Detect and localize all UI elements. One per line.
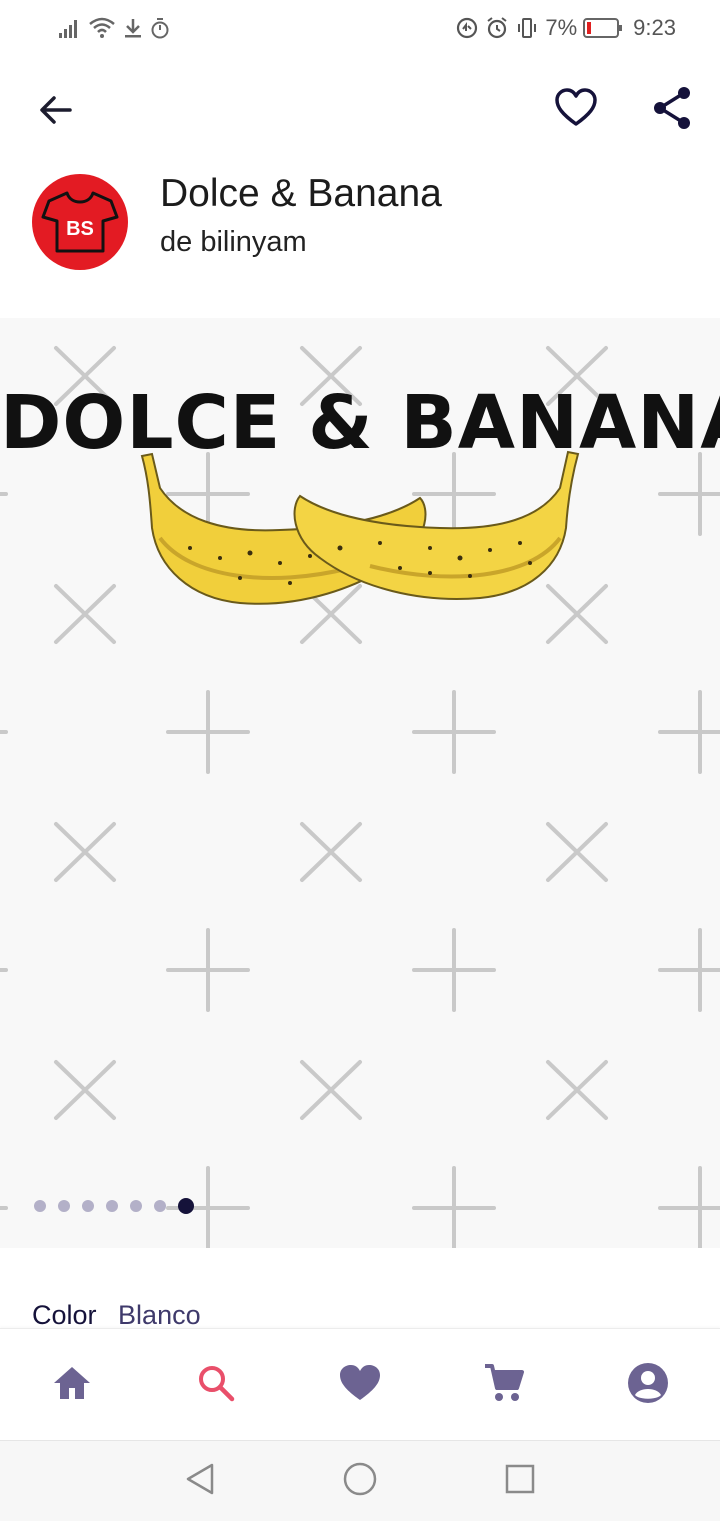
gallery-dot[interactable] — [154, 1200, 166, 1212]
product-title: Dolce & Banana — [160, 172, 442, 215]
nav-home[interactable] — [46, 1359, 98, 1411]
nav-cart[interactable] — [478, 1359, 530, 1411]
favorite-button[interactable] — [550, 84, 602, 136]
share-button[interactable] — [646, 84, 698, 136]
gallery-dot[interactable] — [58, 1200, 70, 1212]
product-header: BS Dolce & Banana de bilinyam — [0, 168, 720, 288]
cart-icon — [483, 1362, 525, 1409]
alarm-icon — [485, 16, 509, 40]
triangle-back-icon — [184, 1462, 216, 1501]
battery-icon — [583, 17, 623, 39]
heart-outline-icon — [554, 87, 598, 133]
bottom-navigation — [0, 1328, 720, 1441]
gallery-dot-active[interactable] — [178, 1198, 194, 1214]
system-back-button[interactable] — [180, 1461, 220, 1501]
square-recents-icon — [504, 1463, 536, 1500]
download-icon — [122, 17, 144, 39]
system-navigation-bar — [0, 1440, 720, 1521]
home-icon — [52, 1365, 92, 1406]
gallery-dot[interactable] — [82, 1200, 94, 1212]
battery-percent: 7% — [545, 15, 578, 40]
top-app-bar — [0, 56, 720, 164]
system-home-button[interactable] — [340, 1461, 380, 1501]
gallery-dot[interactable] — [106, 1200, 118, 1212]
gallery-dot[interactable] — [130, 1200, 142, 1212]
back-arrow-icon — [38, 92, 74, 133]
product-image-gallery[interactable]: DOLCE & BANANA — [0, 318, 720, 1248]
wifi-icon — [88, 17, 116, 39]
product-author[interactable]: de bilinyam — [160, 226, 307, 259]
search-icon — [196, 1363, 236, 1408]
back-button[interactable] — [30, 86, 82, 138]
status-bar: 7% 9:23 — [0, 0, 720, 56]
account-icon — [627, 1362, 669, 1409]
gallery-pagination — [34, 1198, 194, 1214]
timer-icon — [150, 17, 170, 39]
tshirt-logo-icon: BS — [41, 191, 119, 253]
circle-home-icon — [342, 1461, 378, 1502]
nav-account[interactable] — [622, 1359, 674, 1411]
data-saver-icon — [455, 16, 479, 40]
share-icon — [651, 86, 693, 135]
color-label: Color — [32, 1300, 97, 1330]
color-value: Blanco — [118, 1300, 201, 1330]
shop-avatar[interactable]: BS — [32, 174, 128, 270]
favorites-heart-icon — [339, 1364, 381, 1407]
nav-search[interactable] — [190, 1359, 242, 1411]
clock: 9:23 — [633, 15, 676, 40]
signal-icon — [58, 17, 82, 39]
status-icons-left — [58, 14, 170, 42]
vibrate-icon — [515, 16, 539, 40]
system-recents-button[interactable] — [500, 1461, 540, 1501]
status-icons-right: 7% 9:23 — [455, 14, 676, 42]
color-selector[interactable]: Color Blanco — [32, 1300, 201, 1331]
gallery-dot[interactable] — [34, 1200, 46, 1212]
nav-favorites[interactable] — [334, 1359, 386, 1411]
bananas-illustration — [140, 450, 580, 605]
shop-logo-text: BS — [66, 218, 94, 240]
